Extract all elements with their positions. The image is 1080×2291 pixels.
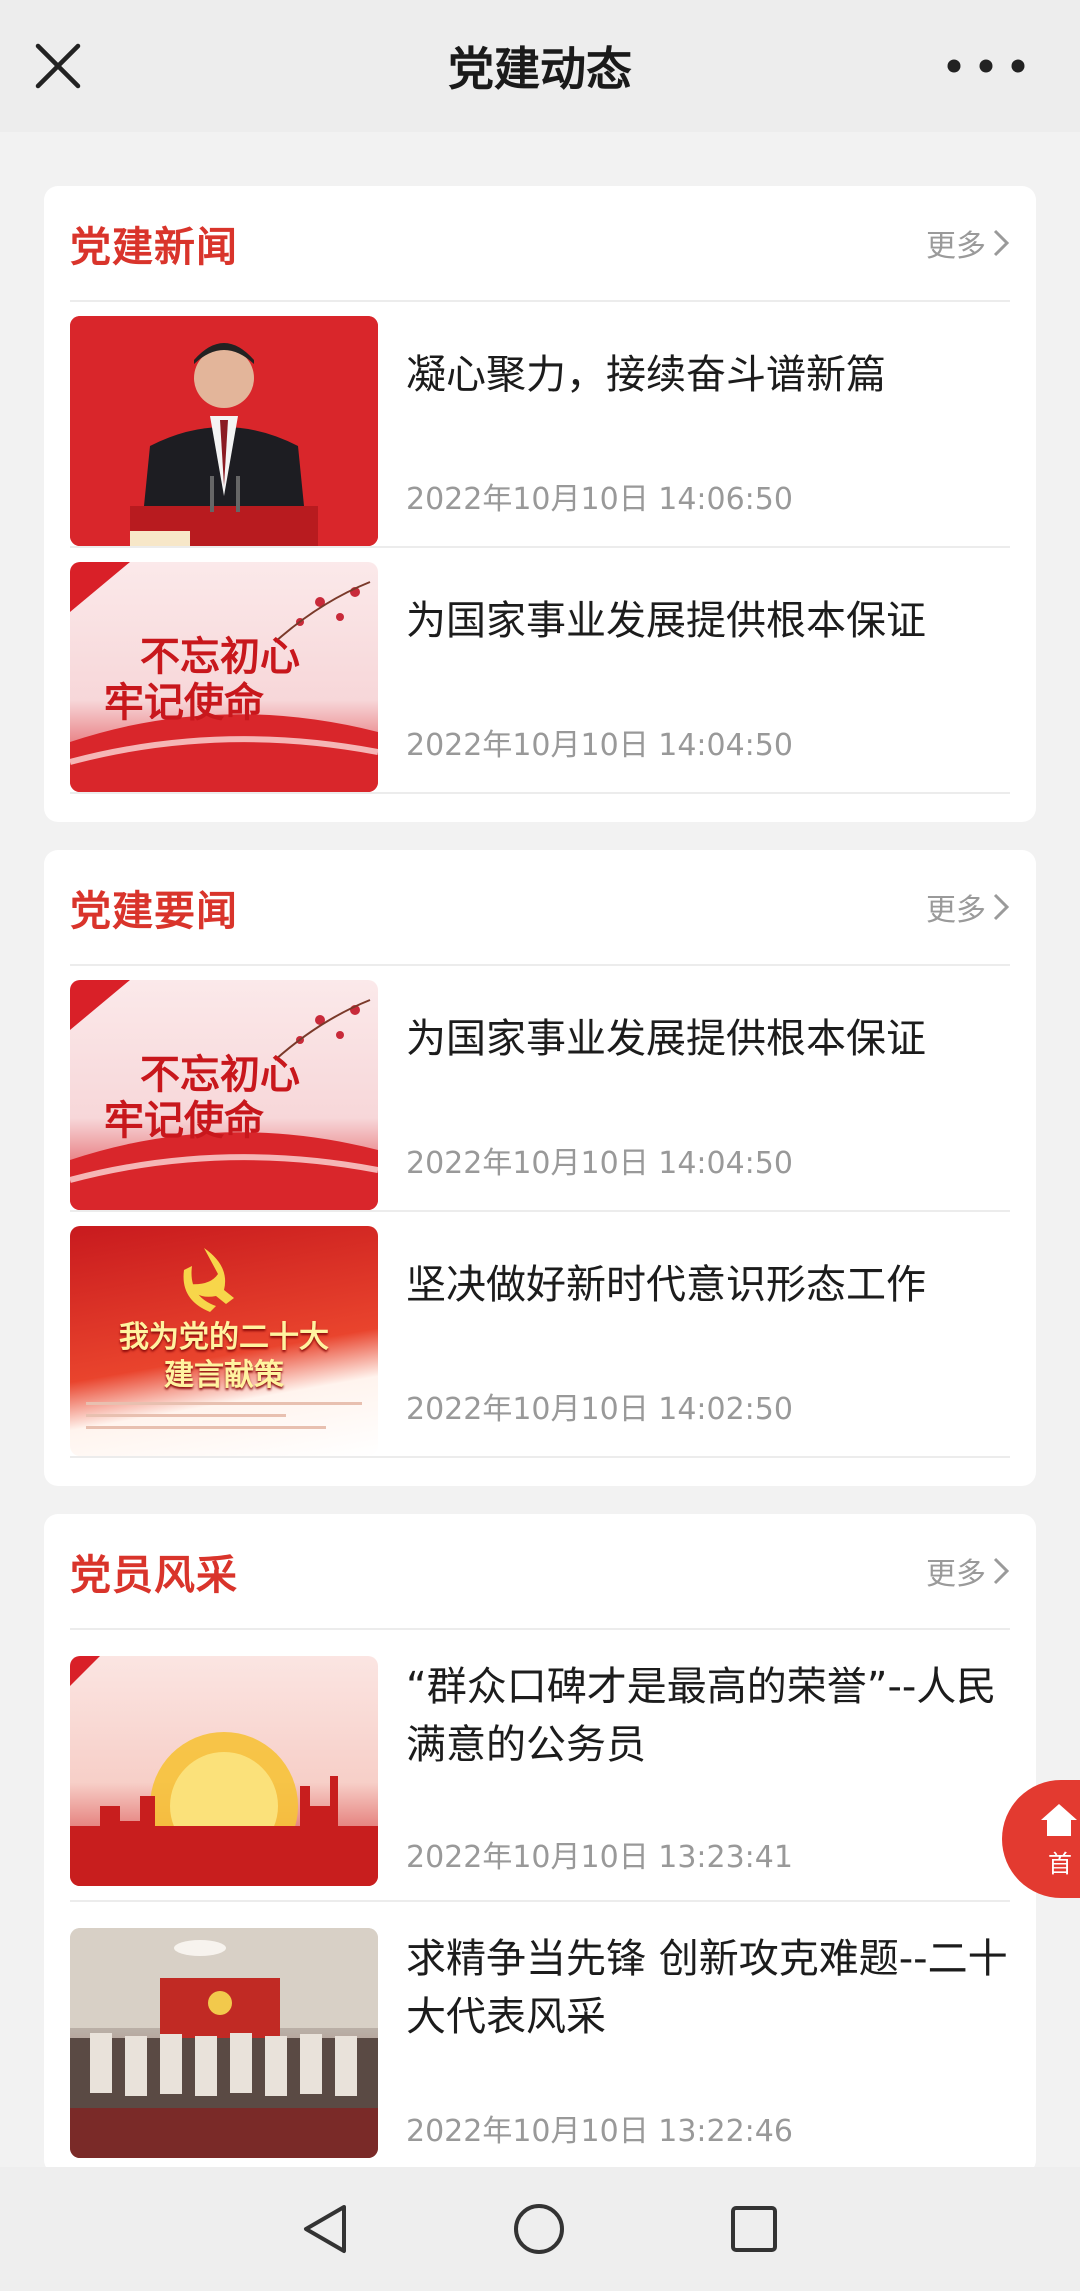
- more-link[interactable]: 更多: [926, 1549, 1010, 1593]
- news-title: “群众口碑才是最高的荣誉”--人民满意的公务员: [406, 1664, 997, 1768]
- news-time: 2022年10月10日 13:23:41: [406, 1840, 793, 1875]
- news-title: 求精争当先锋 创新攻克难题--二十大代表风采: [406, 1936, 1008, 2040]
- more-label: 更多: [926, 893, 986, 928]
- more-link[interactable]: 更多: [926, 885, 1010, 929]
- news-time: 2022年10月10日 14:04:50: [406, 728, 793, 763]
- thumb-text-line2: 建言献策: [164, 1358, 284, 1393]
- section-header: 党建要闻 更多: [70, 850, 1010, 966]
- news-body: 求精争当先锋 创新攻克难题--二十大代表风采 2022年10月10日 13:22…: [406, 1916, 1010, 2174]
- thumb-text-line2: 牢记使命: [104, 679, 264, 726]
- news-time: 2022年10月10日 14:02:50: [406, 1392, 793, 1427]
- chevron-right-icon: [993, 1557, 1010, 1585]
- news-item[interactable]: 不忘初心 牢记使命 为国家事业发展提供根本保证 2022年10月10日 14:0…: [70, 966, 1010, 1212]
- section-card-party-news: 党建新闻 更多 凝心聚力，接续奋斗谱新篇 2022年10月10日 14:06:5…: [44, 186, 1036, 822]
- chevron-right-icon: [993, 893, 1010, 921]
- news-body: 坚决做好新时代意识形态工作 2022年10月10日 14:02:50: [406, 1226, 1010, 1456]
- recent-square-icon[interactable]: [728, 2203, 780, 2255]
- news-title: 凝心聚力，接续奋斗谱新篇: [406, 352, 886, 398]
- news-body: 为国家事业发展提供根本保证 2022年10月10日 14:04:50: [406, 562, 1010, 792]
- home-circle-icon[interactable]: [511, 2201, 567, 2257]
- more-dots-icon[interactable]: [938, 50, 1034, 82]
- news-thumbnail: 我为党的二十大 建言献策: [70, 1226, 378, 1456]
- top-bar: 党建动态: [0, 0, 1080, 132]
- section-header: 党员风采 更多: [70, 1514, 1010, 1630]
- section-header: 党建新闻 更多: [70, 186, 1010, 302]
- news-thumbnail: [70, 1656, 378, 1886]
- chevron-right-icon: [993, 229, 1010, 257]
- news-thumbnail: [70, 316, 378, 546]
- sunrise-skyline-image: [70, 1656, 378, 1886]
- news-thumbnail: 不忘初心 牢记使命: [70, 980, 378, 1210]
- section-title: 党建要闻: [70, 887, 238, 935]
- system-nav-bar: [0, 2167, 1080, 2291]
- news-body: 为国家事业发展提供根本保证 2022年10月10日 14:04:50: [406, 980, 1010, 1210]
- news-item[interactable]: “群众口碑才是最高的荣誉”--人民满意的公务员 2022年10月10日 13:2…: [70, 1630, 1010, 1902]
- news-time: 2022年10月10日 14:06:50: [406, 482, 793, 517]
- more-link[interactable]: 更多: [926, 221, 1010, 265]
- more-label: 更多: [926, 1557, 986, 1592]
- news-title: 坚决做好新时代意识形态工作: [406, 1262, 926, 1308]
- float-home-label: 首: [1048, 1849, 1072, 1878]
- news-thumbnail: [70, 1928, 378, 2158]
- more-label: 更多: [926, 229, 986, 264]
- news-thumbnail: 不忘初心 牢记使命: [70, 562, 378, 792]
- news-body: “群众口碑才是最高的荣誉”--人民满意的公务员 2022年10月10日 13:2…: [406, 1644, 1010, 1900]
- page-title: 党建动态: [448, 42, 632, 96]
- news-item[interactable]: 我为党的二十大 建言献策 坚决做好新时代意识形态工作 2022年10月10日 1…: [70, 1212, 1010, 1458]
- section-title: 党建新闻: [70, 223, 238, 271]
- news-item[interactable]: 凝心聚力，接续奋斗谱新篇 2022年10月10日 14:06:50: [70, 302, 1010, 548]
- news-item[interactable]: 求精争当先锋 创新攻克难题--二十大代表风采 2022年10月10日 13:22…: [70, 1902, 1010, 2174]
- meeting-photo-image: [70, 1928, 378, 2158]
- news-title: 为国家事业发展提供根本保证: [406, 1016, 926, 1062]
- news-item[interactable]: 不忘初心 牢记使命 为国家事业发展提供根本保证 2022年10月10日 14:0…: [70, 548, 1010, 794]
- portrait-image: [70, 316, 378, 546]
- news-time: 2022年10月10日 14:04:50: [406, 1146, 793, 1181]
- back-triangle-icon[interactable]: [300, 2201, 350, 2257]
- section-card-member-style: 党员风采 更多 “群众口碑才是最高的荣誉”--人民满意的公务员 2022年10月…: [44, 1514, 1036, 2174]
- home-icon: [1041, 1803, 1077, 1836]
- content: 党建新闻 更多 凝心聚力，接续奋斗谱新篇 2022年10月10日 14:06:5…: [44, 186, 1036, 2202]
- news-title: 为国家事业发展提供根本保证: [406, 598, 926, 644]
- news-body: 凝心聚力，接续奋斗谱新篇 2022年10月10日 14:06:50: [406, 316, 1010, 546]
- section-title: 党员风采: [70, 1551, 238, 1599]
- news-time: 2022年10月10日 13:22:46: [406, 2114, 793, 2149]
- section-card-party-headlines: 党建要闻 更多 不忘初心 牢记使命 为国家事业发展提供根本保证 2022年10月…: [44, 850, 1036, 1486]
- thumb-text-line2: 牢记使命: [104, 1097, 264, 1144]
- close-icon[interactable]: [30, 38, 86, 94]
